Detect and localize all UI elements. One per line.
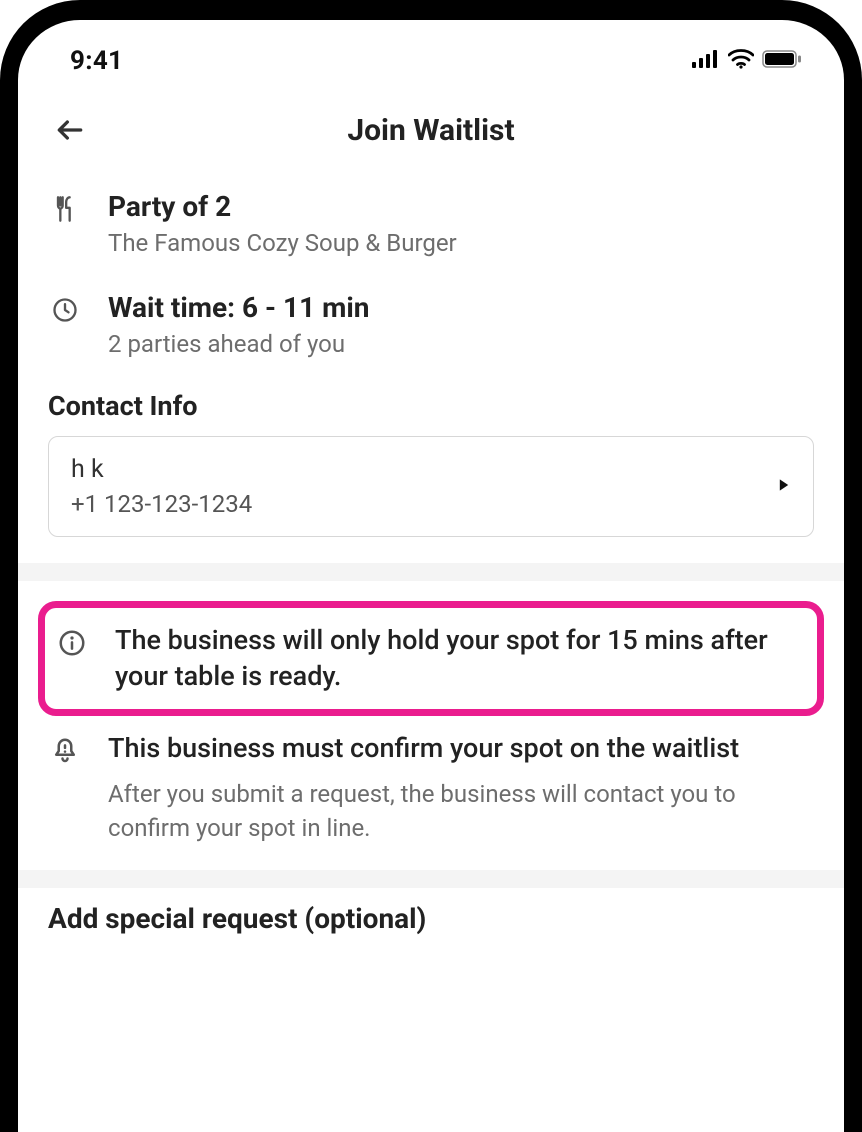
confirm-spot-body: After you submit a request, the business…	[108, 778, 814, 845]
page-title: Join Waitlist	[347, 113, 514, 148]
screen: 9:41	[18, 20, 844, 1132]
status-time: 9:41	[70, 46, 123, 76]
restaurant-icon	[48, 192, 82, 226]
highlight-annotation: The business will only hold your spot fo…	[38, 601, 824, 716]
hold-spot-notice: The business will only hold your spot fo…	[55, 614, 807, 703]
wait-time-label: Wait time: 6 - 11 min	[108, 291, 369, 324]
content: Party of 2 The Famous Cozy Soup & Burger…	[18, 170, 844, 935]
header: Join Waitlist	[18, 90, 844, 170]
hold-spot-text: The business will only hold your spot fo…	[115, 622, 807, 695]
section-divider	[18, 563, 844, 581]
confirm-spot-title: This business must confirm your spot on …	[108, 730, 814, 766]
wait-time-row: Wait time: 6 - 11 min 2 parties ahead of…	[48, 271, 814, 372]
clock-icon	[48, 293, 82, 327]
cellular-icon	[692, 50, 720, 72]
wifi-icon	[728, 49, 754, 73]
special-request-label[interactable]: Add special request (optional)	[48, 902, 814, 935]
contact-info-label: Contact Info	[48, 390, 814, 422]
caret-right-icon	[777, 477, 791, 496]
contact-card[interactable]: h k +1 123-123-1234	[48, 436, 814, 537]
contact-phone: +1 123-123-1234	[71, 490, 252, 518]
bell-alert-icon	[48, 734, 82, 768]
section-divider	[18, 870, 844, 888]
status-bar: 9:41	[18, 20, 844, 90]
status-icons	[692, 49, 802, 73]
notices: The business will only hold your spot fo…	[48, 581, 814, 870]
restaurant-name: The Famous Cozy Soup & Burger	[108, 229, 457, 257]
party-size-label: Party of 2	[108, 190, 457, 223]
arrow-left-icon	[54, 114, 86, 146]
parties-ahead-label: 2 parties ahead of you	[108, 330, 369, 358]
confirm-spot-notice: This business must confirm your spot on …	[48, 716, 814, 860]
info-icon	[55, 626, 89, 660]
device-frame: 9:41	[0, 0, 862, 1132]
contact-name: h k	[71, 455, 252, 484]
battery-icon	[762, 50, 802, 72]
back-button[interactable]	[48, 108, 92, 152]
party-row: Party of 2 The Famous Cozy Soup & Burger	[48, 170, 814, 271]
